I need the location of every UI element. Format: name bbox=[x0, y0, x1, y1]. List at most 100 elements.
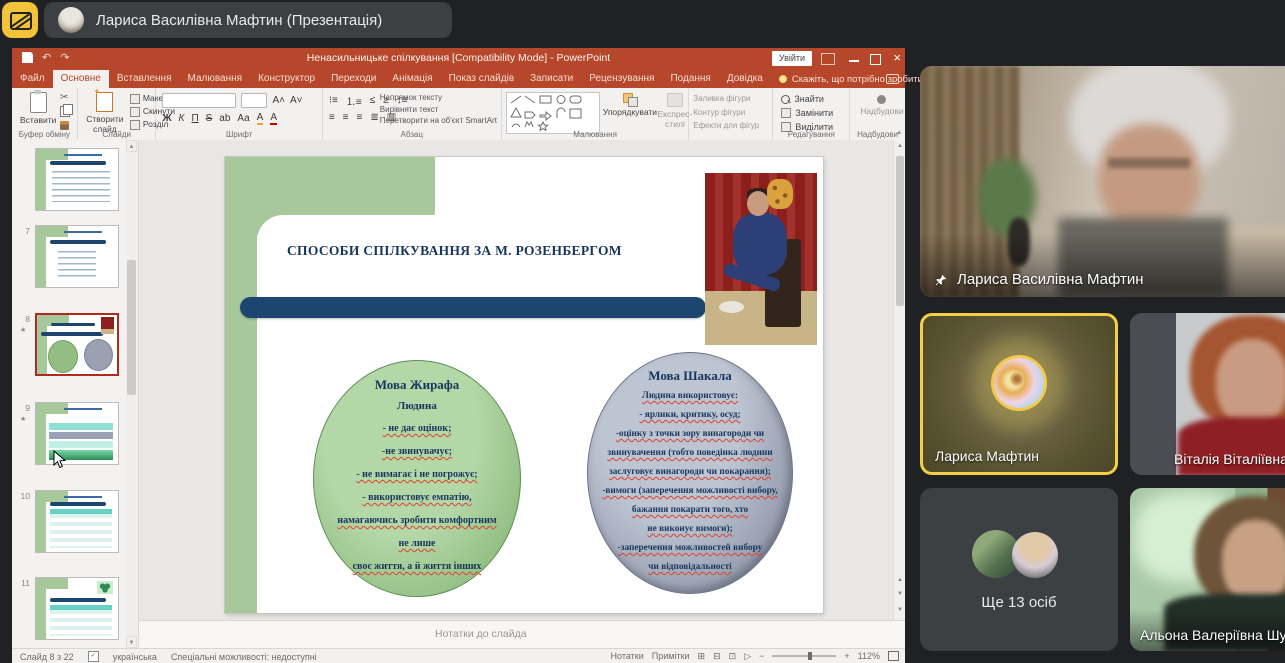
main-video-tile[interactable]: Лариса Василівна Мафтин bbox=[920, 66, 1285, 297]
find-button[interactable]: Знайти bbox=[781, 92, 833, 106]
accessibility-status[interactable]: Спеціальні можливості: недоступні bbox=[171, 652, 317, 662]
zoom-out-icon[interactable]: − bbox=[759, 651, 764, 661]
slide-title[interactable]: СПОСОБИ СПІЛКУВАННЯ ЗА М. РОЗЕНБЕРГОМ bbox=[287, 243, 717, 259]
paste-button[interactable]: Вставити bbox=[20, 92, 56, 125]
font-color-button[interactable]: А bbox=[270, 112, 277, 125]
slide-sorter-view-icon[interactable]: ⊟ bbox=[713, 651, 721, 662]
overflow-participants-tile[interactable]: Ще 13 осіб bbox=[920, 488, 1118, 651]
align-right-icon[interactable]: ≡ bbox=[357, 112, 363, 123]
strikethrough-button[interactable]: S bbox=[206, 113, 213, 124]
convert-smartart-button[interactable]: Перетворити на об'єкт SmartArt bbox=[380, 116, 497, 127]
character-spacing-button[interactable]: ab bbox=[219, 113, 230, 124]
align-center-icon[interactable]: ≡ bbox=[343, 112, 349, 123]
presenting-banner[interactable]: Лариса Василівна Мафтин (Презентація) bbox=[44, 2, 452, 38]
jackal-language-oval[interactable]: Мова Шакала Людина використовує: - ярлик… bbox=[587, 352, 793, 594]
comments-toggle-button[interactable]: Примітки bbox=[652, 651, 690, 661]
shape-fill-button[interactable]: Заливка фігури bbox=[693, 94, 759, 105]
highlight-color-button[interactable]: А bbox=[257, 112, 264, 125]
sign-in-button[interactable]: Увійти bbox=[772, 51, 812, 66]
indent-decrease-icon[interactable]: ≤ bbox=[370, 95, 376, 106]
shape-outline-button[interactable]: Контур фігури bbox=[693, 108, 759, 119]
cut-icon[interactable]: ✂ bbox=[60, 94, 70, 102]
minimize-button[interactable] bbox=[849, 60, 859, 62]
grow-font-icon[interactable]: A˄ bbox=[272, 95, 285, 106]
tab-insert[interactable]: Вставлення bbox=[109, 70, 180, 88]
slide-canvas[interactable]: СПОСОБИ СПІЛКУВАННЯ ЗА М. РОЗЕНБЕРГОМ Мо… bbox=[225, 157, 823, 613]
title-bar[interactable]: ↶ ↷ Ненасильницьке спілкування [Compatib… bbox=[12, 48, 905, 70]
text-direction-button[interactable]: Напрямок тексту bbox=[380, 93, 497, 104]
tab-transitions[interactable]: Переходи bbox=[323, 70, 384, 88]
zoom-slider[interactable] bbox=[772, 655, 836, 657]
tab-help[interactable]: Довідка bbox=[719, 70, 771, 88]
speaking-tile-larysa[interactable]: Лариса Мафтин bbox=[920, 313, 1118, 475]
zoom-level[interactable]: 112% bbox=[858, 651, 880, 661]
tell-me-box[interactable]: Скажіть, що потрібно зробити bbox=[771, 70, 931, 88]
align-left-icon[interactable]: ≡ bbox=[329, 112, 335, 123]
rosenberg-photo[interactable] bbox=[705, 173, 817, 345]
collapse-ribbon-icon[interactable]: ▴ bbox=[897, 128, 901, 136]
scroll-down-icon[interactable]: ▼ bbox=[894, 604, 906, 617]
maximize-button[interactable] bbox=[870, 54, 881, 65]
shrink-font-icon[interactable]: A˅ bbox=[290, 95, 303, 106]
zoom-slider-thumb[interactable] bbox=[808, 652, 812, 660]
scrollbar-thumb[interactable] bbox=[896, 156, 904, 306]
numbering-icon[interactable]: ⒈≡ bbox=[346, 93, 362, 108]
format-painter-icon[interactable] bbox=[60, 121, 69, 130]
thumbnail-slide-11[interactable] bbox=[35, 577, 119, 640]
close-button[interactable]: × bbox=[893, 50, 901, 65]
tab-design[interactable]: Конструктор bbox=[250, 70, 323, 88]
video-tile-alona[interactable]: Альона Валеріївна Шульга bbox=[1130, 488, 1285, 651]
tab-draw[interactable]: Малювання bbox=[180, 70, 251, 88]
thumbnail-slide-6[interactable] bbox=[35, 148, 119, 211]
thumbnail-slide-9[interactable] bbox=[35, 402, 119, 465]
scroll-up-icon[interactable]: ▲ bbox=[126, 140, 137, 152]
tab-record[interactable]: Записати bbox=[522, 70, 581, 88]
presentation-active-icon[interactable] bbox=[2, 2, 38, 38]
justify-icon[interactable]: ≣ bbox=[370, 112, 378, 123]
language-status[interactable]: українська bbox=[113, 652, 157, 662]
video-tile-vitalia[interactable]: Віталія Віталіївна Дідух bbox=[1130, 313, 1285, 475]
normal-view-icon[interactable]: ⊞ bbox=[698, 651, 706, 662]
scroll-up-icon[interactable]: ▲ bbox=[894, 140, 906, 153]
share-comment-icon[interactable] bbox=[886, 74, 899, 84]
thumbnail-scrollbar[interactable]: ▲ ▼ bbox=[126, 140, 137, 648]
tab-file[interactable]: Файл bbox=[12, 70, 53, 88]
shape-effects-button[interactable]: Ефекти для фігур bbox=[693, 121, 759, 132]
slideshow-view-icon[interactable]: ▷ bbox=[744, 651, 751, 662]
fit-slide-icon[interactable] bbox=[888, 651, 899, 661]
previous-slide-button[interactable]: ▲ bbox=[894, 574, 906, 587]
copy-icon[interactable] bbox=[60, 106, 70, 117]
thumbnail-slide-10[interactable] bbox=[35, 490, 119, 553]
addins-button[interactable]: Надбудови bbox=[860, 95, 903, 116]
underline-button[interactable]: П bbox=[191, 113, 198, 124]
ribbon-display-options-icon[interactable] bbox=[821, 53, 835, 65]
tab-view[interactable]: Подання bbox=[662, 70, 718, 88]
notes-toggle-button[interactable]: Нотатки bbox=[611, 651, 644, 661]
font-size-input[interactable] bbox=[241, 93, 267, 108]
replace-button[interactable]: Замінити bbox=[781, 106, 833, 120]
bullets-icon[interactable]: ⁝≡ bbox=[329, 95, 338, 106]
spell-check-icon[interactable]: ✓ bbox=[88, 651, 99, 662]
new-slide-button[interactable]: Створити слайд bbox=[82, 92, 128, 134]
slide-divider-bar[interactable] bbox=[240, 297, 706, 318]
editor-scrollbar[interactable]: ▲ ▲ ▼ ▼ bbox=[893, 140, 905, 620]
tab-review[interactable]: Рецензування bbox=[581, 70, 662, 88]
giraffe-language-oval[interactable]: Мова Жирафа Людина - не дає оцінок; -не … bbox=[313, 360, 521, 597]
scrollbar-thumb[interactable] bbox=[127, 260, 136, 395]
reading-view-icon[interactable]: ⊡ bbox=[729, 651, 737, 662]
shapes-gallery[interactable] bbox=[506, 92, 600, 134]
scroll-down-icon[interactable]: ▼ bbox=[126, 636, 137, 648]
align-text-button[interactable]: Вирівняти текст bbox=[380, 105, 497, 116]
next-slide-button[interactable]: ▼ bbox=[894, 588, 906, 601]
thumbnail-slide-7[interactable] bbox=[35, 225, 119, 288]
change-case-button[interactable]: Aa bbox=[237, 113, 249, 124]
zoom-in-icon[interactable]: + bbox=[844, 651, 849, 661]
tab-slideshow[interactable]: Показ слайдів bbox=[441, 70, 523, 88]
italic-button[interactable]: К bbox=[179, 113, 185, 124]
tab-animations[interactable]: Анімація bbox=[384, 70, 440, 88]
tab-home[interactable]: Основне bbox=[53, 70, 109, 88]
font-name-input[interactable] bbox=[162, 93, 236, 108]
thumbnail-slide-8-selected[interactable] bbox=[35, 313, 119, 376]
notes-pane[interactable]: Нотатки до слайда bbox=[139, 620, 905, 648]
bold-button[interactable]: Ж bbox=[162, 113, 171, 124]
